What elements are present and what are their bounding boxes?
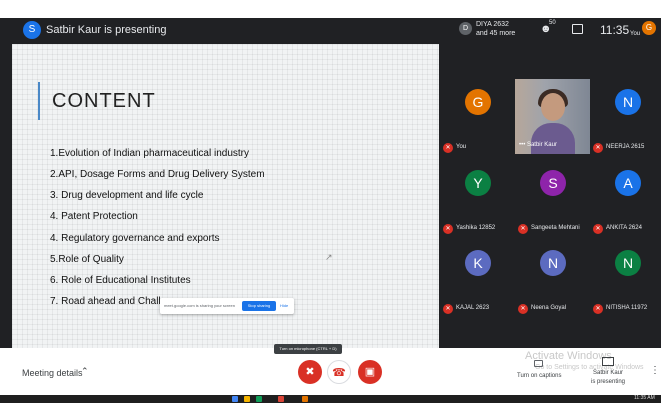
slide-title: CONTENT xyxy=(52,90,156,112)
taskbar-app-icon[interactable] xyxy=(278,396,284,402)
participant-tile[interactable]: N ✕ Neena Goyal xyxy=(515,240,590,318)
clock: 11:35 xyxy=(600,23,630,37)
stop-sharing-button[interactable]: Stop sharing xyxy=(242,301,276,311)
taskbar-app-icon[interactable] xyxy=(256,396,262,402)
taskbar-app-icon[interactable] xyxy=(302,396,308,402)
present-label[interactable]: is presenting xyxy=(591,379,625,385)
participant-avatar: K xyxy=(465,250,491,276)
presenter-status: Satbir Kaur is presenting xyxy=(46,24,167,36)
camera-toggle-button[interactable]: ▣ xyxy=(358,360,382,384)
activate-windows-subtitle: Go to Settings to activate Windows xyxy=(535,364,644,371)
participant-avatar: A xyxy=(615,170,641,196)
mic-muted-icon: ✕ xyxy=(518,304,528,314)
mic-muted-icon: ✕ xyxy=(518,224,528,234)
participant-tile[interactable]: G ✕ You xyxy=(440,79,515,157)
mouse-pointer-icon: ↗ xyxy=(325,252,333,262)
mic-muted-icon: ✕ xyxy=(593,224,603,234)
participant-name: ANKITA 2624 xyxy=(606,225,642,231)
presenter-avatar: S xyxy=(23,21,41,39)
slide-bullet: 4. Patent Protection xyxy=(50,211,138,222)
taskbar-clock: 11:35 AM xyxy=(634,395,655,401)
participant-avatar: S xyxy=(540,170,566,196)
meeting-controls-bar: Meeting details ⌃ ✖ ☎ ▣ Activate Windows… xyxy=(0,348,661,395)
slide-bullet: 6. Role of Educational Institutes xyxy=(50,275,191,286)
participant-tile[interactable]: K ✕ KAJAL 2623 xyxy=(440,240,515,318)
taskbar-app-icon[interactable] xyxy=(244,396,250,402)
presentation-slide: CONTENT 1.Evolution of Indian pharmaceut… xyxy=(12,44,439,348)
participant-tile[interactable]: S ✕ Sangeeta Mehtani xyxy=(515,160,590,238)
leave-call-button[interactable]: ☎ xyxy=(327,360,351,384)
mic-muted-icon: ✕ xyxy=(443,304,453,314)
participant-name: DIYA 2632 xyxy=(476,21,509,28)
self-avatar[interactable]: G xyxy=(642,21,656,35)
video-face xyxy=(541,93,565,121)
microphone-toggle-button[interactable]: ✖ xyxy=(298,360,322,384)
chevron-up-icon[interactable]: ⌃ xyxy=(81,366,89,377)
slide-bullet: 4. Regulatory governance and exports xyxy=(50,233,220,244)
participant-avatar: N xyxy=(540,250,566,276)
mic-muted-icon: ✕ xyxy=(593,304,603,314)
slide-bullet: 5.Role of Quality xyxy=(50,254,124,265)
mic-muted-icon: ✕ xyxy=(443,224,453,234)
participant-tile[interactable]: N ✕ NITISHA 11972 xyxy=(590,240,661,318)
participant-video-tile[interactable]: ••• Satbir Kaur xyxy=(515,79,590,154)
more-options-icon[interactable]: ⋮ xyxy=(650,365,660,376)
participant-tile[interactable]: Y ✕ Yashika 12852 xyxy=(440,160,515,238)
hide-button[interactable]: Hide xyxy=(280,303,288,308)
meeting-details-button[interactable]: Meeting details xyxy=(22,368,83,378)
participant-avatar: G xyxy=(465,89,491,115)
participant-name: KAJAL 2623 xyxy=(456,305,490,311)
you-label: You xyxy=(630,31,641,37)
video-body xyxy=(531,123,575,154)
slide-bullet: 2.API, Dosage Forms and Drug Delivery Sy… xyxy=(50,169,265,180)
browser-top-strip xyxy=(0,0,661,18)
participant-avatar: N xyxy=(615,89,641,115)
share-message: meet.google.com is sharing your screen xyxy=(164,303,235,308)
mic-muted-icon: ✕ xyxy=(593,143,603,153)
taskbar-app-icon[interactable] xyxy=(232,396,238,402)
captions-icon[interactable] xyxy=(534,360,543,367)
participant-avatar: N xyxy=(615,250,641,276)
slide-accent-bar xyxy=(38,82,40,120)
participant-name: You xyxy=(456,144,467,150)
mic-tooltip: Turn on microphone (CTRL + D) xyxy=(274,344,342,354)
slide-bullet: 7. Road ahead and Challen xyxy=(50,296,172,307)
people-count: 50 xyxy=(549,20,556,26)
participant-name: ••• Satbir Kaur xyxy=(519,142,557,148)
participant-tile[interactable]: A ✕ ANKITA 2624 xyxy=(590,160,661,238)
meet-header: S Satbir Kaur is presenting D DIYA 2632 … xyxy=(0,18,661,44)
slide-bullet: 3. Drug development and life cycle xyxy=(50,190,204,201)
participant-tile[interactable]: N ✕ NEERJA 2615 xyxy=(590,79,661,157)
participant-name: Sangeeta Mehtani xyxy=(531,225,580,231)
mic-muted-icon: ✕ xyxy=(443,143,453,153)
captions-label[interactable]: Turn on captions xyxy=(517,373,561,379)
screen-share-bar: meet.google.com is sharing your screen S… xyxy=(160,298,294,314)
participant-name: Neena Goyal xyxy=(531,305,567,311)
slide-bullet: 1.Evolution of Indian pharmaceutical ind… xyxy=(50,148,250,159)
participant-name: NITISHA 11972 xyxy=(606,305,648,311)
participant-more: and 45 more xyxy=(476,30,516,37)
participant-avatar: Y xyxy=(465,170,491,196)
windows-taskbar: 11:35 AM xyxy=(0,395,661,403)
chat-icon[interactable] xyxy=(572,24,583,34)
participant-name: NEERJA 2615 xyxy=(606,144,645,150)
present-screen-icon[interactable] xyxy=(602,357,614,366)
present-label[interactable]: Satbir Kaur xyxy=(593,370,623,376)
participant-avatar[interactable]: D xyxy=(459,22,472,35)
participant-name: Yashika 12852 xyxy=(456,225,496,231)
